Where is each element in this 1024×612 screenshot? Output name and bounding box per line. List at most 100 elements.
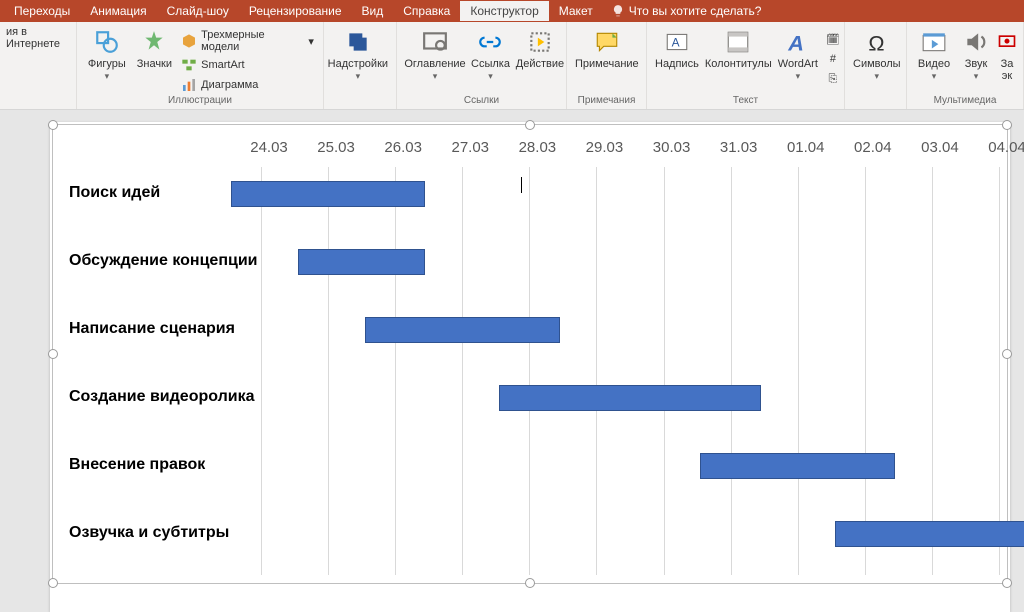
slide[interactable]: 24.0325.0326.0327.0328.0329.0330.0331.03… (50, 122, 1010, 612)
chevron-down-icon: ▾ (433, 72, 438, 80)
date-label: 25.03 (317, 139, 355, 156)
task-label: Обсуждение концепции (69, 251, 259, 271)
task-label: Внесение правок (69, 455, 259, 475)
date-label: 26.03 (384, 139, 422, 156)
task-row: Обсуждение концепции (69, 241, 997, 309)
date-axis: 24.0325.0326.0327.0328.0329.0330.0331.03… (61, 131, 1007, 167)
group-comments: Примечание Примечания (567, 22, 647, 109)
record-icon (993, 28, 1021, 56)
partial-online-label: ия в Интернете (6, 26, 70, 50)
date-label: 24.03 (250, 139, 288, 156)
lightbulb-icon (611, 4, 625, 18)
tab-5[interactable]: Справка (393, 1, 460, 21)
text-extra-3[interactable]: ⎘ (822, 70, 844, 88)
icons-icon (140, 28, 168, 56)
date-label: 30.03 (653, 139, 691, 156)
tab-4[interactable]: Вид (352, 1, 394, 21)
textbox-icon: A (663, 28, 691, 56)
smartart-button[interactable]: SmartArt (178, 56, 317, 74)
chart-button[interactable]: Диаграмма (178, 76, 317, 94)
svg-text:A: A (671, 35, 679, 49)
date-label: 03.04 (921, 139, 959, 156)
tab-1[interactable]: Анимация (80, 1, 156, 21)
comment-icon (593, 28, 621, 56)
ribbon: ия в Интернете Фигуры▾ Значки Трехмерные… (0, 22, 1024, 110)
audio-button[interactable]: Звук▾ (957, 26, 995, 82)
date-label: 27.03 (451, 139, 489, 156)
shapes-icon (93, 28, 121, 56)
chevron-down-icon: ▾ (308, 35, 314, 48)
chevron-down-icon: ▾ (356, 72, 361, 80)
chart-icon (181, 77, 197, 93)
task-row: Внесение правок (69, 445, 997, 513)
task-label: Поиск идей (69, 183, 259, 203)
group-text: AНадпись Колонтитулы AWordArt▾ 🗓 # ⎘ Тек… (647, 22, 845, 109)
svg-text:A: A (787, 31, 804, 55)
text-extra-2[interactable]: # (822, 50, 844, 68)
date-icon: 🗓 (825, 31, 841, 47)
group-symbols: ΩСимволы▾ (845, 22, 907, 109)
video-icon (920, 28, 948, 56)
symbols-button[interactable]: ΩСимволы▾ (851, 26, 903, 82)
date-label: 04.04 (988, 139, 1024, 156)
group-label-media: Мультимедиа (913, 95, 1017, 107)
chart-object[interactable]: 24.0325.0326.0327.0328.0329.0330.0331.03… (52, 124, 1008, 584)
textbox-button[interactable]: AНадпись (653, 26, 701, 72)
number-icon: # (825, 51, 841, 67)
tell-me[interactable]: Что вы хотите сделать? (603, 4, 770, 18)
tab-0[interactable]: Переходы (4, 1, 80, 21)
ribbon-tabs: ПереходыАнимацияСлайд-шоуРецензированиеВ… (0, 0, 1024, 22)
video-button[interactable]: Видео▾ (913, 26, 955, 82)
object-icon: ⎘ (825, 71, 841, 87)
task-row: Создание видеоролика (69, 377, 997, 445)
task-row: Поиск идей (69, 173, 997, 241)
chevron-down-icon: ▾ (488, 72, 493, 80)
tab-2[interactable]: Слайд-шоу (157, 1, 239, 21)
icons-button[interactable]: Значки (133, 26, 177, 72)
resize-handle-tl[interactable] (48, 120, 58, 130)
shapes-button[interactable]: Фигуры▾ (83, 26, 131, 82)
resize-handle-ml[interactable] (48, 349, 58, 359)
tab-7[interactable]: Макет (549, 1, 603, 21)
wordart-button[interactable]: AWordArt▾ (776, 26, 820, 82)
3d-models-button[interactable]: Трехмерные модели ▾ (178, 28, 317, 54)
smartart-icon (181, 57, 197, 73)
gantt-chart: 24.0325.0326.0327.0328.0329.0330.0331.03… (61, 131, 1007, 583)
addins-button[interactable]: Надстройки▾ (330, 26, 386, 82)
audio-icon (962, 28, 990, 56)
group-addins: Надстройки▾ (324, 22, 397, 109)
cube-icon (181, 33, 197, 49)
date-label: 31.03 (720, 139, 758, 156)
comment-button[interactable]: Примечание (573, 26, 641, 72)
task-label: Написание сценария (69, 319, 259, 339)
tell-me-label: Что вы хотите сделать? (629, 4, 762, 18)
resize-handle-tc[interactable] (525, 120, 535, 130)
date-label: 02.04 (854, 139, 892, 156)
tab-3[interactable]: Рецензирование (239, 1, 352, 21)
svg-text:Ω: Ω (868, 31, 884, 55)
text-extra-1[interactable]: 🗓 (822, 30, 844, 48)
headerfooter-button[interactable]: Колонтитулы (703, 26, 774, 72)
toc-button[interactable]: Оглавление▾ (403, 26, 467, 82)
wordart-icon: A (784, 28, 812, 56)
chevron-down-icon: ▾ (932, 72, 937, 80)
group-label-illustrations: Иллюстрации (83, 95, 317, 107)
task-row: Озвучка и субтитры (69, 513, 997, 581)
zoom-slide-icon (421, 28, 449, 56)
chevron-down-icon: ▾ (974, 72, 979, 80)
resize-handle-tr[interactable] (1002, 120, 1012, 130)
screenrec-button[interactable]: За эк (997, 26, 1017, 84)
date-label: 01.04 (787, 139, 825, 156)
group-label-comments: Примечания (573, 95, 640, 107)
omega-icon: Ω (863, 28, 891, 56)
chevron-down-icon: ▾ (875, 72, 880, 80)
group-media: Видео▾ Звук▾ За эк Мультимедиа (907, 22, 1024, 109)
resize-handle-bl[interactable] (48, 578, 58, 588)
chevron-down-icon: ▾ (796, 72, 801, 80)
gridline (999, 167, 1000, 575)
link-button[interactable]: Ссылка▾ (469, 26, 512, 82)
action-button[interactable]: Действие (514, 26, 566, 72)
group-label-text: Текст (653, 95, 838, 107)
task-label: Озвучка и субтитры (69, 523, 259, 543)
tab-6[interactable]: Конструктор (460, 1, 548, 21)
